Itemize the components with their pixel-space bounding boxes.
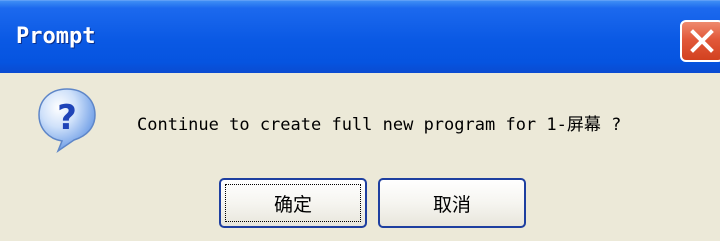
close-button[interactable] [680, 20, 720, 62]
close-icon [690, 29, 714, 53]
dialog-body: ? Continue to create full new program fo… [0, 73, 720, 241]
ok-button-label: 确定 [273, 193, 312, 216]
prompt-dialog: Prompt ? Continue to create full new pro… [0, 0, 720, 241]
ok-button[interactable]: 确定 [219, 178, 367, 228]
cancel-button-label: 取消 [432, 193, 471, 216]
dialog-title: Prompt [16, 24, 96, 49]
svg-text:?: ? [57, 98, 77, 138]
cancel-button[interactable]: 取消 [378, 178, 526, 228]
title-bar[interactable]: Prompt [0, 0, 720, 73]
dialog-message: Continue to create full new program for … [137, 115, 622, 135]
question-icon: ? [38, 88, 96, 154]
